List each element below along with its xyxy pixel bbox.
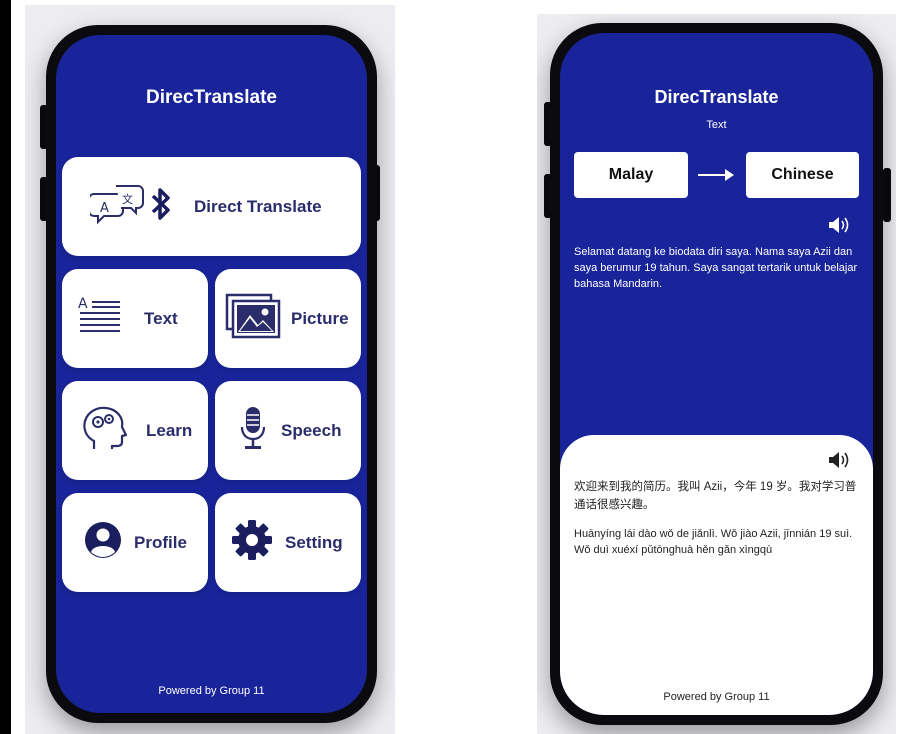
head-gears-icon xyxy=(80,405,128,456)
svg-text:A: A xyxy=(78,296,88,312)
profile-button[interactable]: Profile xyxy=(62,493,208,592)
translation-text: 欢迎来到我的简历。我叫 Azii，今年 19 岁。我对学习普通话很感兴趣。 xyxy=(574,481,857,511)
speech-label: Speech xyxy=(281,420,342,440)
speaker-icon[interactable] xyxy=(828,216,852,239)
setting-button[interactable]: Setting xyxy=(215,493,361,592)
microphone-icon xyxy=(239,405,267,456)
left-edge-bar xyxy=(0,0,11,734)
direct-translate-label: Direct Translate xyxy=(194,196,322,216)
source-text[interactable]: Selamat datang ke biodata diri saya. Nam… xyxy=(574,244,862,292)
picture-button[interactable]: Picture xyxy=(215,269,361,368)
source-language-button[interactable]: Malay xyxy=(574,152,688,198)
arrow-right-icon xyxy=(698,169,734,181)
picture-label: Picture xyxy=(291,308,349,328)
bluetooth-icon xyxy=(150,186,172,227)
app-title: DirecTranslate xyxy=(146,87,277,108)
footer-credit: Powered by Group 11 xyxy=(158,685,265,697)
target-language-button[interactable]: Chinese xyxy=(746,152,859,198)
svg-text:文: 文 xyxy=(122,192,133,206)
picture-icon xyxy=(225,293,281,344)
setting-label: Setting xyxy=(285,532,343,552)
speaker-icon[interactable] xyxy=(828,451,852,474)
screen-subtitle: Text xyxy=(706,119,727,131)
left-phone-frame: DirecTranslate A 文 Direct Translate A Te… xyxy=(46,25,377,723)
app-title: DirecTranslate xyxy=(654,87,779,107)
profile-label: Profile xyxy=(134,532,187,552)
right-phone-backdrop: DirecTranslate Text Malay Chinese Selama… xyxy=(537,14,896,734)
svg-text:A: A xyxy=(100,201,109,216)
home-screen: DirecTranslate A 文 Direct Translate A Te… xyxy=(56,35,367,713)
profile-icon xyxy=(84,521,122,564)
gear-icon xyxy=(231,519,273,566)
learn-label: Learn xyxy=(146,420,193,440)
pinyin-text: Huānyíng lái dào wǒ de jiǎnlì. Wǒ jiào A… xyxy=(574,528,853,556)
power-button xyxy=(883,168,891,222)
learn-button[interactable]: Learn xyxy=(62,381,208,480)
text-button[interactable]: A Text xyxy=(62,269,208,368)
right-phone-frame: DirecTranslate Text Malay Chinese Selama… xyxy=(550,23,883,725)
text-translate-screen: DirecTranslate Text Malay Chinese Selama… xyxy=(560,33,873,715)
translate-bubbles-icon: A 文 xyxy=(88,182,148,231)
speech-button[interactable]: Speech xyxy=(215,381,361,480)
left-phone-backdrop: DirecTranslate A 文 Direct Translate A Te… xyxy=(25,5,395,734)
text-lines-icon: A xyxy=(78,294,122,343)
translation-card: 欢迎来到我的简历。我叫 Azii，今年 19 岁。我对学习普通话很感兴趣。 Hu… xyxy=(560,435,873,715)
direct-translate-button[interactable]: A 文 Direct Translate xyxy=(62,157,361,256)
text-label: Text xyxy=(144,308,178,328)
footer-credit: Powered by Group 11 xyxy=(663,691,770,703)
